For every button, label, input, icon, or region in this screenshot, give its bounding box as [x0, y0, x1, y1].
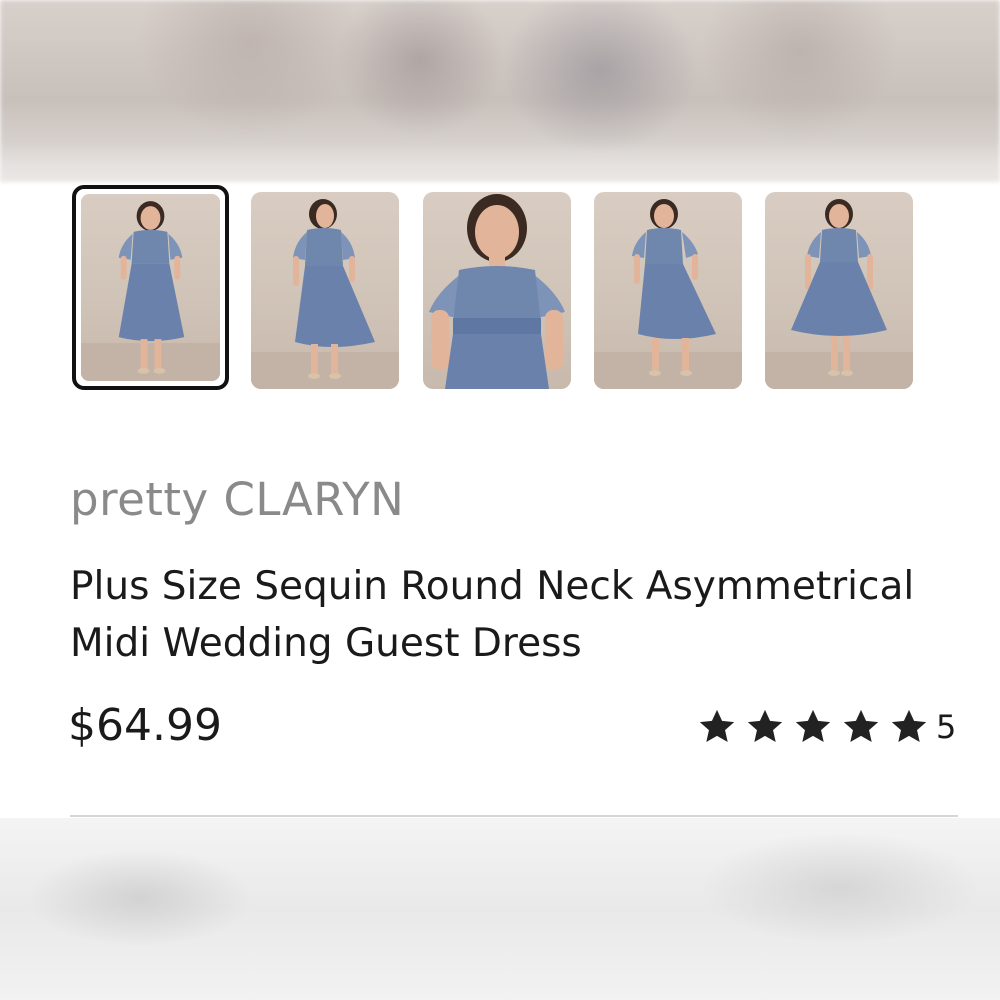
divider — [70, 815, 958, 817]
rating[interactable]: 5 — [696, 704, 956, 750]
hero-image[interactable] — [0, 0, 1000, 182]
star-icon — [840, 706, 882, 748]
dress-model-closeup-image — [429, 194, 565, 389]
thumbnail-1[interactable] — [72, 185, 229, 390]
dress-model-back-image — [251, 199, 399, 389]
star-icon — [696, 706, 738, 748]
thumbnail-strip — [72, 185, 932, 399]
thumbnail-5[interactable] — [765, 192, 913, 389]
thumbnail-image — [81, 194, 220, 381]
thumbnail-3[interactable] — [423, 192, 571, 389]
product-title: Plus Size Sequin Round Neck Asymmetrical… — [70, 564, 915, 666]
dress-model-side-image — [594, 199, 742, 389]
product-page: pretty CLARYN Plus Size Sequin Round Nec… — [0, 0, 1000, 1000]
thumbnail-2[interactable] — [251, 192, 399, 389]
rating-count: 5 — [936, 708, 957, 746]
dress-model-front-image — [81, 201, 220, 381]
product-price: $64.99 — [68, 700, 222, 751]
blurred-content — [0, 818, 1000, 1000]
star-icon — [792, 706, 834, 748]
brand-name[interactable]: pretty CLARYN — [70, 473, 404, 526]
star-icon — [888, 706, 930, 748]
dress-model-full-front-image — [765, 199, 913, 389]
star-icon — [744, 706, 786, 748]
thumbnail-4[interactable] — [594, 192, 742, 389]
